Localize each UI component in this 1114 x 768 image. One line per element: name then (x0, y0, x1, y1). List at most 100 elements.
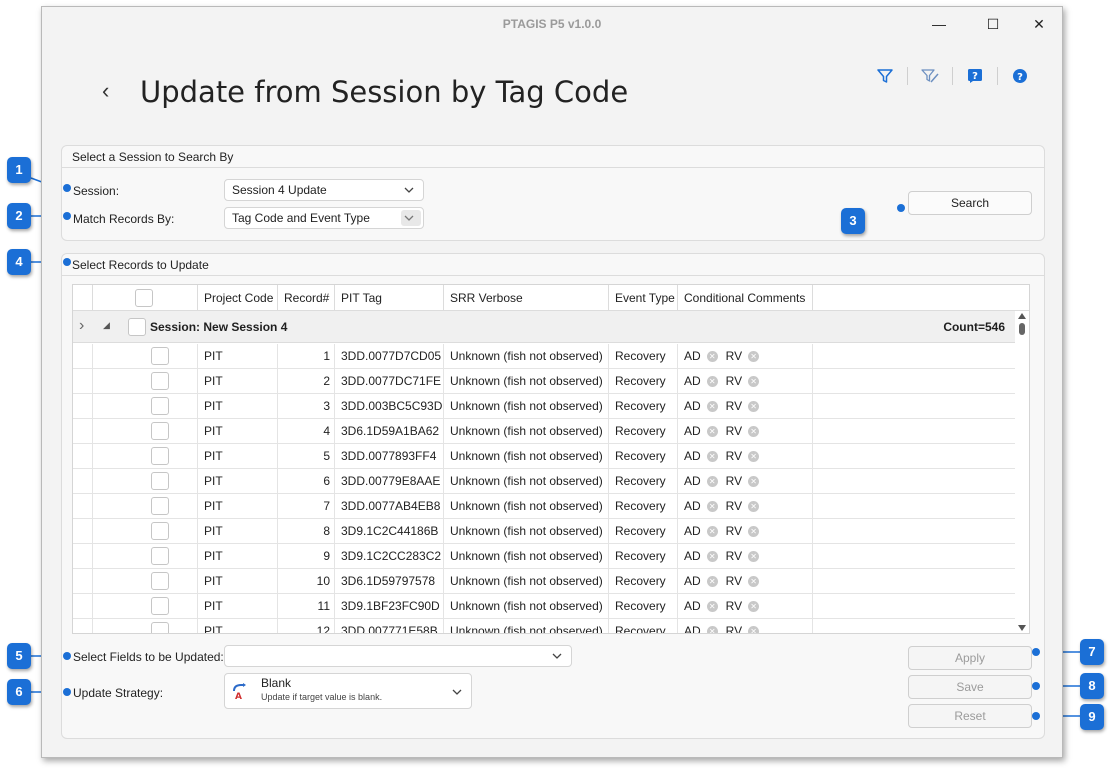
remove-chip-icon[interactable]: ✕ (706, 451, 718, 462)
chevron-down-icon (404, 215, 414, 221)
clear-filter-icon[interactable] (918, 65, 942, 87)
table-row[interactable]: PIT 1 3DD.0077D7CD05 Unknown (fish not obse… (73, 344, 1015, 369)
event-type-cell: Recovery (609, 419, 678, 444)
remove-chip-icon[interactable]: ✕ (748, 401, 760, 412)
remove-chip-icon[interactable]: ✕ (748, 601, 760, 612)
apply-button[interactable]: Apply (908, 646, 1032, 670)
table-row[interactable]: PIT 10 3D6.1D59797578 Unknown (fish not obs… (73, 569, 1015, 594)
save-button[interactable]: Save (908, 675, 1032, 699)
row-spacer (93, 569, 123, 594)
table-row[interactable]: PIT 3 3DD.003BC5C93D Unknown (fish not obse… (73, 394, 1015, 419)
row-checkbox[interactable] (151, 397, 169, 415)
table-row[interactable]: PIT 11 3D9.1BF23FC90D Unknown (fish not obs… (73, 594, 1015, 619)
remove-chip-icon[interactable]: ✕ (748, 576, 760, 587)
vertical-scrollbar[interactable] (1015, 311, 1029, 633)
chip-label: RV (725, 374, 743, 388)
row-select-cell (123, 394, 198, 419)
column-header-event-type[interactable]: Event Type (609, 285, 678, 311)
minimize-button[interactable]: — (924, 12, 954, 36)
session-group: Select a Session to Search By Session: S… (61, 145, 1045, 241)
row-checkbox[interactable] (151, 597, 169, 615)
table-row[interactable]: PIT 7 3DD.0077AB4EB8 Unknown (fish not obse… (73, 494, 1015, 519)
comment-chip: RV ✕ (725, 469, 760, 494)
remove-chip-icon[interactable]: ✕ (748, 451, 760, 462)
row-checkbox[interactable] (151, 422, 169, 440)
project-code-cell: PIT (198, 394, 278, 419)
remove-chip-icon[interactable]: ✕ (706, 551, 718, 562)
column-header-record[interactable]: Record# (278, 285, 335, 311)
remove-chip-icon[interactable]: ✕ (748, 526, 760, 537)
help-circle-icon[interactable]: ? (1008, 65, 1032, 87)
help-book-icon[interactable]: ? (963, 65, 987, 87)
table-row[interactable]: PIT 5 3DD.0077893FF4 Unknown (fish not obse… (73, 444, 1015, 469)
remove-chip-icon[interactable]: ✕ (706, 476, 718, 487)
session-dropdown[interactable]: Session 4 Update (224, 179, 424, 201)
remove-chip-icon[interactable]: ✕ (748, 626, 760, 633)
remove-chip-icon[interactable]: ✕ (706, 351, 718, 362)
remove-chip-icon[interactable]: ✕ (706, 601, 718, 612)
group-row[interactable]: › ◢ Session: New Session 4 Count=546 (73, 311, 1015, 343)
remove-chip-icon[interactable]: ✕ (748, 351, 760, 362)
expand-icon[interactable]: › (79, 317, 84, 335)
back-button[interactable]: ‹ (102, 78, 122, 103)
collapse-icon[interactable]: ◢ (103, 320, 110, 331)
table-row[interactable]: PIT 8 3D9.1C2C44186B Unknown (fish not obse… (73, 519, 1015, 544)
row-checkbox[interactable] (151, 472, 169, 490)
chip-label: AD (684, 499, 701, 513)
fields-dropdown[interactable] (224, 645, 572, 667)
remove-chip-icon[interactable]: ✕ (706, 526, 718, 537)
chevron-down-icon (404, 187, 414, 193)
close-button[interactable]: ✕ (1024, 12, 1054, 36)
scroll-up-icon[interactable] (1018, 313, 1026, 319)
column-header-srr-verbose[interactable]: SRR Verbose (444, 285, 609, 311)
remove-chip-icon[interactable]: ✕ (748, 426, 760, 437)
maximize-button[interactable]: ☐ (978, 12, 1008, 36)
row-checkbox[interactable] (151, 447, 169, 465)
row-checkbox[interactable] (151, 572, 169, 590)
row-checkbox[interactable] (151, 497, 169, 515)
match-records-dropdown[interactable]: Tag Code and Event Type (224, 207, 424, 229)
remove-chip-icon[interactable]: ✕ (748, 476, 760, 487)
strategy-dropdown[interactable]: A Blank Update if target value is blank. (224, 673, 472, 709)
pit-tag-cell: 3DD.0077893FF4 (335, 444, 444, 469)
table-row[interactable]: PIT 9 3D9.1C2CC283C2 Unknown (fish not obse… (73, 544, 1015, 569)
select-all-checkbox[interactable] (135, 289, 153, 307)
group-checkbox[interactable] (128, 318, 146, 336)
row-checkbox[interactable] (151, 372, 169, 390)
record-cell: 12 (278, 619, 335, 633)
srr-verbose-cell: Unknown (fish not observed) (444, 494, 609, 519)
search-button[interactable]: Search (908, 191, 1032, 215)
remove-chip-icon[interactable]: ✕ (706, 401, 718, 412)
table-row[interactable]: PIT 2 3DD.0077DC71FE Unknown (fish not obse… (73, 369, 1015, 394)
reset-button[interactable]: Reset (908, 704, 1032, 728)
remove-chip-icon[interactable]: ✕ (706, 426, 718, 437)
remove-chip-icon[interactable]: ✕ (706, 626, 718, 633)
table-row[interactable]: PIT 12 3DD.007771E58B Unknown (fish not obs… (73, 619, 1015, 633)
table-row[interactable]: PIT 4 3D6.1D59A1BA62 Unknown (fish not obse… (73, 419, 1015, 444)
chevron-down-icon (452, 689, 462, 695)
row-checkbox[interactable] (151, 622, 169, 633)
table-row[interactable]: PIT 6 3DD.00779E8AAE Unknown (fish not obse… (73, 469, 1015, 494)
row-checkbox[interactable] (151, 547, 169, 565)
column-header-project-code[interactable]: Project Code (198, 285, 278, 311)
scroll-thumb[interactable] (1019, 323, 1025, 335)
remove-chip-icon[interactable]: ✕ (748, 376, 760, 387)
row-checkbox[interactable] (151, 347, 169, 365)
fields-label: Select Fields to be Updated: (73, 650, 224, 664)
chip-label: AD (684, 374, 701, 388)
scroll-down-icon[interactable] (1018, 625, 1026, 631)
srr-verbose-cell: Unknown (fish not observed) (444, 444, 609, 469)
remove-chip-icon[interactable]: ✕ (706, 376, 718, 387)
column-header-conditional-comments[interactable]: Conditional Comments (678, 285, 813, 311)
column-header-pit-tag[interactable]: PIT Tag (335, 285, 444, 311)
remove-chip-icon[interactable]: ✕ (706, 501, 718, 512)
callout-3: 3 (841, 208, 865, 234)
filter-icon[interactable] (873, 65, 897, 87)
remove-chip-icon[interactable]: ✕ (706, 576, 718, 587)
chip-label: RV (725, 549, 743, 563)
remove-chip-icon[interactable]: ✕ (748, 501, 760, 512)
remove-chip-icon[interactable]: ✕ (748, 551, 760, 562)
chip-label: AD (684, 349, 701, 363)
chip-label: RV (725, 474, 743, 488)
row-checkbox[interactable] (151, 522, 169, 540)
